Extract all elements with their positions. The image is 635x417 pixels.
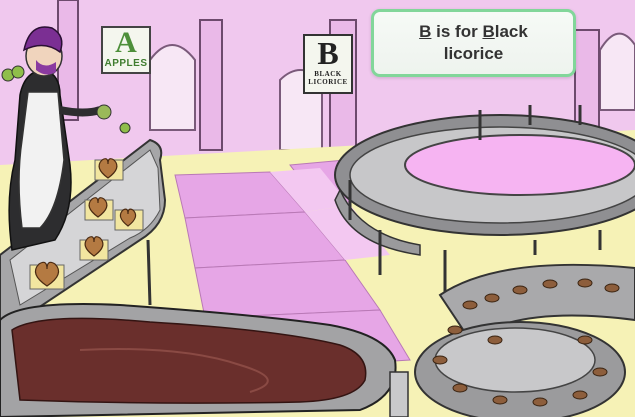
caption-underlined-1: B	[419, 22, 432, 41]
sign-a-letter: A	[115, 26, 137, 59]
caption-box: B is for Black licorice	[371, 9, 576, 77]
caption-line-2: licorice	[443, 44, 504, 63]
sign-b-letter: B	[317, 35, 339, 71]
sign-b-word-line2: LICORICE	[308, 78, 348, 86]
caption-underlined-2: B	[482, 22, 495, 41]
apples-sign: A APPLES	[101, 26, 151, 74]
caption-part-2: lack	[494, 22, 528, 41]
sign-b-word-line1: BLACK	[314, 70, 342, 78]
game-scene: A APPLES B BLACK LICORICE B is for Black…	[0, 0, 635, 417]
caption-text: B is for Black licorice	[407, 21, 540, 65]
black-licorice-sign: B BLACK LICORICE	[303, 34, 353, 94]
caption-part-1: is for	[431, 22, 483, 41]
sign-a-word: APPLES	[104, 58, 148, 69]
